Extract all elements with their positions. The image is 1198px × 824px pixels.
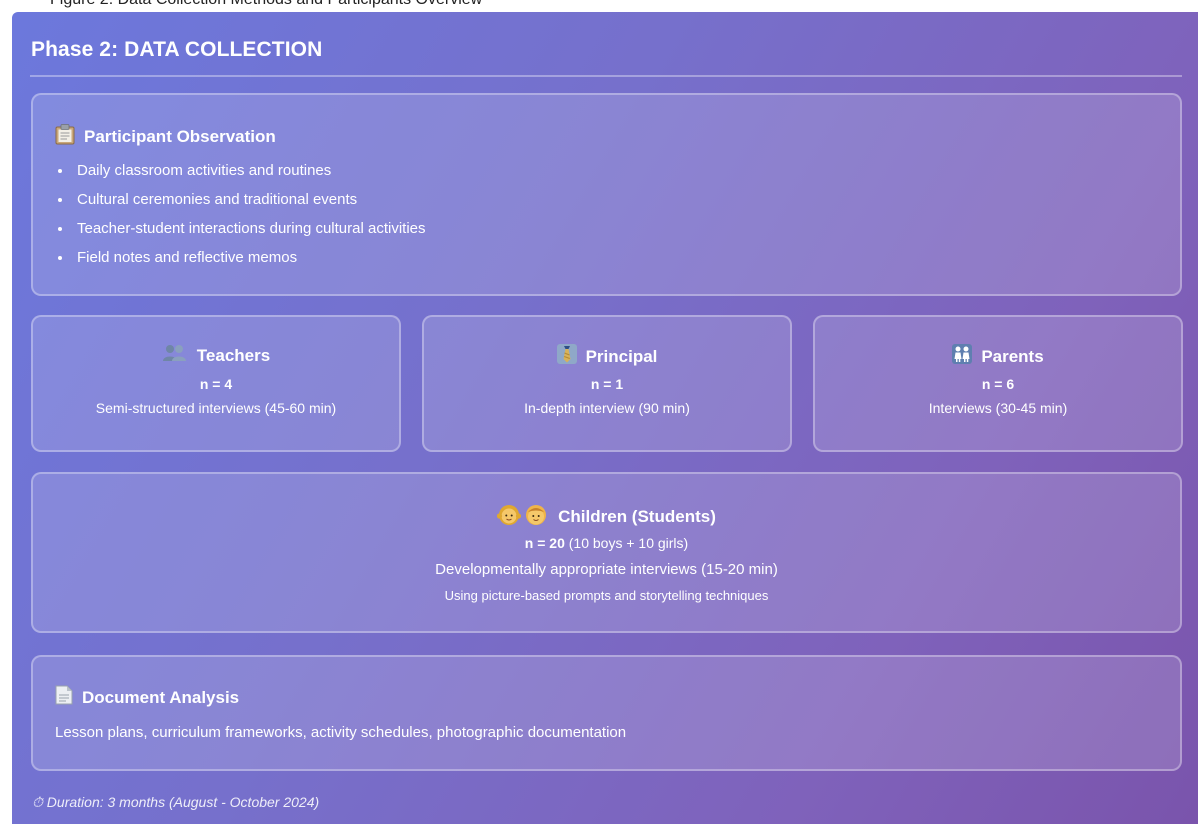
list-item: Daily classroom activities and routines [54, 161, 426, 190]
teachers-card: Teachers n = 4 Semi-structured interview… [31, 315, 401, 452]
phase-title: Phase 2: DATA COLLECTION [31, 38, 323, 61]
document-card: Document Analysis Lesson plans, curricul… [31, 655, 1182, 771]
phase-panel: Phase 2: DATA COLLECTION Participant Obs… [12, 12, 1198, 824]
parents-count: n = 6 [981, 376, 1015, 392]
children-heading: Children (Students) [33, 502, 1180, 532]
observation-title: Participant Observation [84, 127, 276, 146]
list-item: Teacher-student interactions during cult… [54, 219, 426, 248]
principal-heading: Principal [424, 344, 790, 370]
teachers-desc: Semi-structured interviews (45-60 min) [95, 400, 337, 416]
page: Figure 2: Data Collection Methods and Pa… [0, 0, 1198, 824]
cropped-caption-text: Figure 2: Data Collection Methods and Pa… [50, 0, 482, 9]
cropped-caption: Figure 2: Data Collection Methods and Pa… [0, 0, 1198, 12]
parents-card: Parents n = 6 Interviews (30-45 min) [813, 315, 1183, 452]
observation-card: Participant Observation Daily classroom … [31, 93, 1182, 296]
children-card: Children (Students) n = 20 (10 boys + 10… [31, 472, 1182, 633]
observation-list: Daily classroom activities and routines … [54, 161, 426, 277]
parents-desc: Interviews (30-45 min) [928, 400, 1068, 416]
children-count-detail: (10 boys + 10 girls) [564, 535, 689, 551]
family-icon [952, 344, 973, 370]
children-subdesc: Using picture-based prompts and storytel… [444, 588, 769, 603]
children-count: n = 20 (10 boys + 10 girls) [33, 534, 1180, 552]
parents-title: Parents [981, 347, 1044, 366]
principal-title: Principal [585, 347, 658, 366]
document-text: Lesson plans, curriculum frameworks, act… [55, 724, 627, 741]
title-divider [30, 75, 1182, 77]
children-desc: Developmentally appropriate interviews (… [435, 561, 778, 578]
principal-count: n = 1 [590, 376, 624, 392]
observation-heading: Participant Observation [55, 123, 276, 151]
teachers-count: n = 4 [199, 376, 233, 392]
clipboard-icon [55, 123, 75, 151]
document-title: Document Analysis [82, 688, 240, 707]
principal-card: Principal n = 1 In-depth interview (90 m… [422, 315, 792, 452]
children-count-bold: n = 20 [524, 535, 565, 551]
children-icon [497, 502, 549, 532]
principal-desc: In-depth interview (90 min) [524, 400, 690, 416]
teachers-heading: Teachers [33, 344, 399, 368]
parents-heading: Parents [815, 344, 1181, 370]
list-item: Cultural ceremonies and traditional even… [54, 190, 426, 219]
duration-note: ⏱ Duration: 3 months (August - October 2… [32, 794, 320, 810]
necktie-icon [556, 344, 577, 370]
list-item: Field notes and reflective memos [54, 248, 426, 277]
document-icon [55, 685, 73, 711]
people-icon [162, 344, 188, 368]
children-title: Children (Students) [558, 507, 716, 526]
document-heading: Document Analysis [55, 685, 239, 711]
teachers-title: Teachers [196, 346, 271, 365]
